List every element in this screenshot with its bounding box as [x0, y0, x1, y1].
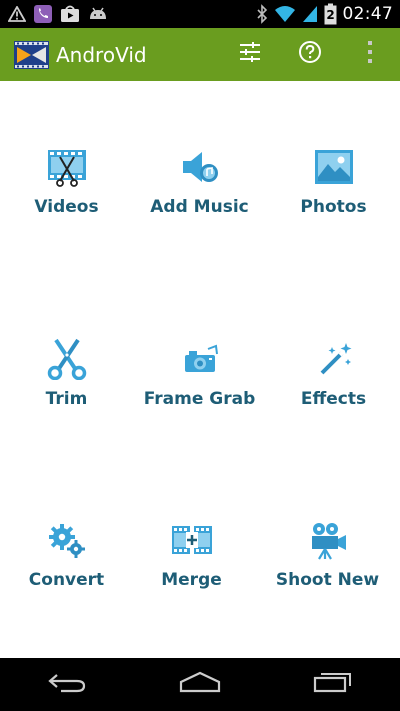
svg-text:2: 2	[326, 8, 334, 22]
navigation-bar	[0, 658, 400, 711]
tile-photos[interactable]: Photos	[267, 143, 400, 217]
tile-label: Videos	[34, 197, 99, 217]
back-icon	[47, 671, 87, 698]
scissors-icon	[43, 335, 91, 383]
tile-label: Shoot New	[275, 570, 380, 590]
tile-label: Effects	[300, 389, 367, 409]
clock: 02:47	[342, 4, 393, 24]
tile-effects[interactable]: Effects	[267, 335, 400, 409]
system-icons: 2 02:47	[256, 3, 400, 25]
back-button[interactable]	[27, 658, 107, 711]
home-button[interactable]	[160, 658, 240, 711]
tile-label: Add Music	[150, 197, 249, 217]
tile-videos[interactable]: Videos	[0, 143, 133, 217]
help-button[interactable]	[280, 28, 340, 81]
bluetooth-icon	[256, 4, 268, 24]
signal-icon	[302, 5, 318, 23]
film-merge-icon	[168, 516, 216, 564]
app-bar-actions	[220, 28, 400, 81]
app-title: AndroVid	[56, 42, 147, 67]
tile-trim[interactable]: Trim	[0, 335, 133, 409]
status-bar: 2 02:47	[0, 0, 400, 28]
photo-icon	[310, 143, 358, 191]
film-scissors-icon	[43, 143, 91, 191]
tile-merge[interactable]: Merge	[125, 516, 258, 590]
tile-label: Convert	[28, 570, 105, 590]
magic-wand-icon	[310, 335, 358, 383]
camera-icon	[176, 335, 224, 383]
tile-label: Photos	[300, 197, 367, 217]
app-bar: AndroVid	[0, 28, 400, 81]
home-icon	[179, 671, 221, 698]
gears-icon	[43, 516, 91, 564]
battery-icon: 2	[324, 3, 337, 25]
tile-convert[interactable]: Convert	[0, 516, 133, 590]
tile-shoot-new[interactable]: Shoot New	[261, 516, 394, 590]
music-speaker-icon	[176, 143, 224, 191]
tile-label: Frame Grab	[143, 389, 256, 409]
recent-apps-button[interactable]	[293, 658, 373, 711]
video-camera-icon	[304, 516, 352, 564]
androvid-logo-icon[interactable]	[14, 40, 49, 69]
notification-icons	[0, 4, 109, 24]
viber-icon	[33, 4, 53, 24]
overflow-menu-icon	[367, 40, 373, 69]
tile-frame-grab[interactable]: Frame Grab	[133, 335, 266, 409]
android-icon	[87, 6, 109, 22]
play-store-icon	[60, 5, 80, 23]
wifi-icon	[274, 5, 296, 23]
overflow-menu-button[interactable]	[340, 28, 400, 81]
warning-icon	[8, 6, 26, 22]
recent-apps-icon	[313, 671, 353, 698]
tile-label: Merge	[161, 570, 222, 590]
tile-label: Trim	[45, 389, 88, 409]
tile-add-music[interactable]: Add Music	[133, 143, 266, 217]
main-grid: Videos Add Music Photos Trim Frame Grab …	[0, 81, 400, 658]
settings-sliders-icon	[239, 42, 261, 67]
help-icon	[298, 40, 322, 69]
settings-button[interactable]	[220, 28, 280, 81]
